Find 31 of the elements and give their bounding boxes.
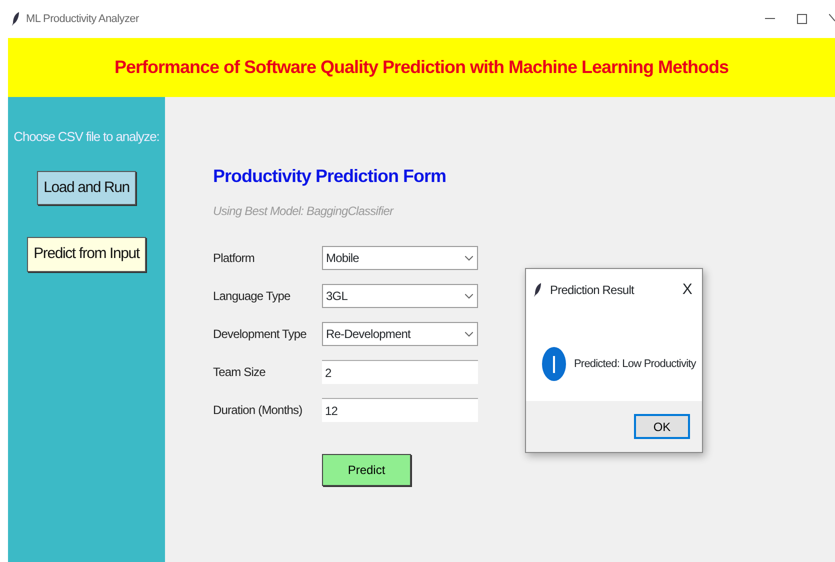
dropdown[interactable]: Mobile — [322, 246, 478, 270]
info-icon — [542, 347, 566, 382]
field-label: Team Size — [213, 364, 266, 381]
feather-icon — [534, 283, 542, 298]
banner-title: Performance of Software Quality Prediction with Machine Learning Methods — [114, 56, 729, 79]
form-subtitle: Using Best Model: BaggingClassifier — [213, 203, 395, 220]
sidebar-button[interactable]: Predict from Input — [26, 237, 146, 272]
dialog-message: Predicted: Low Productivity — [574, 357, 696, 372]
dropdown[interactable]: Re-Development — [322, 322, 478, 346]
feather-icon — [12, 12, 20, 26]
field-label: Language Type — [213, 288, 292, 305]
dialog-title: Prediction Result — [550, 282, 634, 300]
field-label: Platform — [213, 250, 256, 267]
window-title: ML Productivity Analyzer — [26, 12, 139, 27]
sidebar-button[interactable]: Load and Run — [36, 170, 136, 205]
input-field[interactable]: 2 — [322, 360, 478, 384]
input-field[interactable]: 12 — [322, 398, 478, 422]
dropdown[interactable]: 3GL — [322, 284, 478, 308]
close-button[interactable]: X — [682, 279, 692, 302]
close-icon[interactable] — [829, 14, 835, 24]
predict-button[interactable]: Predict — [322, 454, 411, 486]
field-label: Duration (Months) — [213, 402, 304, 419]
maximize-icon[interactable] — [797, 14, 807, 24]
ok-button[interactable]: OK — [634, 414, 690, 439]
minimize-icon[interactable] — [765, 18, 775, 20]
form-title: Productivity Prediction Form — [213, 165, 448, 188]
chevron-down-icon — [465, 332, 473, 336]
chevron-down-icon — [465, 294, 473, 298]
chevron-down-icon — [465, 256, 473, 260]
prompt-label: Choose CSV file to analyze: — [14, 128, 160, 146]
field-label: Development Type — [213, 326, 308, 343]
